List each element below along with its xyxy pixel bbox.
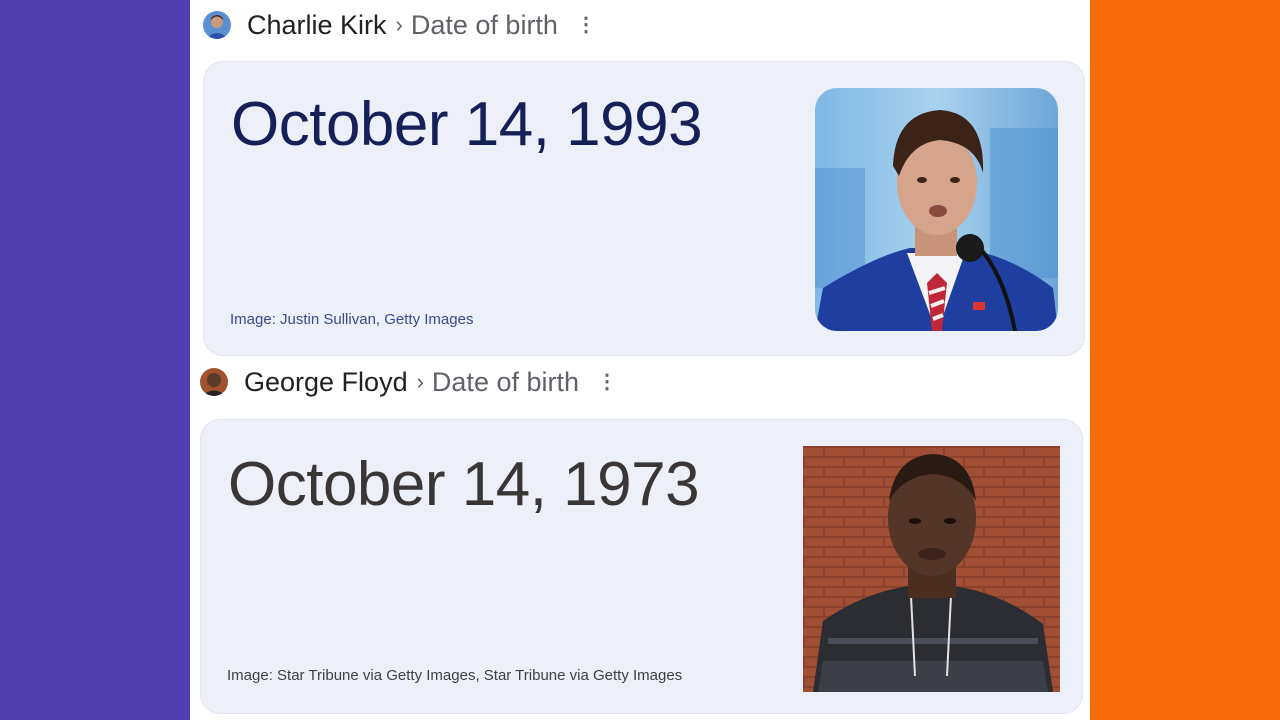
image-credit: Image: Justin Sullivan, Getty Images bbox=[230, 311, 474, 328]
answer-card: October 14, 1973 Image: Star Tribune via… bbox=[200, 419, 1083, 714]
breadcrumb-separator: › bbox=[395, 12, 403, 37]
left-color-panel bbox=[0, 0, 190, 720]
image-credit: Image: Star Tribune via Getty Images, St… bbox=[227, 667, 683, 684]
breadcrumb-separator: › bbox=[416, 369, 424, 394]
avatar bbox=[200, 368, 228, 396]
result-breadcrumb[interactable]: Charlie Kirk › Date of birth ⋮ bbox=[203, 11, 596, 39]
result-breadcrumb[interactable]: George Floyd › Date of birth ⋮ bbox=[200, 368, 617, 396]
attribute-label[interactable]: Date of birth bbox=[411, 11, 558, 39]
entity-name[interactable]: George Floyd bbox=[244, 368, 408, 396]
answer-date: October 14, 1993 bbox=[231, 90, 703, 159]
entity-name[interactable]: Charlie Kirk bbox=[247, 11, 387, 39]
right-color-panel bbox=[1090, 0, 1280, 720]
avatar bbox=[203, 11, 231, 39]
attribute-label[interactable]: Date of birth bbox=[432, 368, 579, 396]
more-vert-icon[interactable]: ⋮ bbox=[597, 372, 617, 392]
answer-date: October 14, 1973 bbox=[228, 450, 700, 519]
person-photo[interactable] bbox=[815, 88, 1058, 331]
more-vert-icon[interactable]: ⋮ bbox=[576, 15, 596, 35]
person-photo[interactable] bbox=[803, 446, 1060, 692]
answer-card: October 14, 1993 Image: Justin Sullivan,… bbox=[203, 61, 1085, 356]
search-results-panel: Charlie Kirk › Date of birth ⋮ October 1… bbox=[190, 0, 1090, 720]
